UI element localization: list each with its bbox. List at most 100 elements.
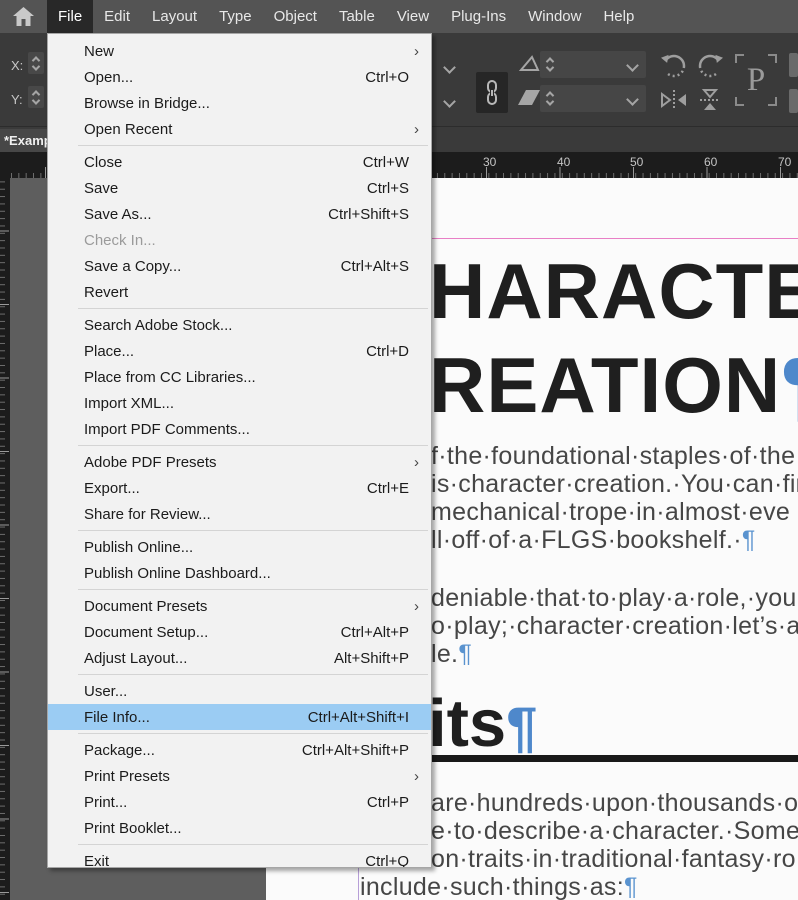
menubar-item[interactable]: Plug-Ins (440, 0, 517, 33)
menu-item[interactable]: Save a Copy... Ctrl+Alt+S (48, 253, 431, 279)
shear-angle-combo[interactable] (540, 85, 646, 112)
pilcrow-mark: ¶ (623, 873, 638, 900)
menu-separator (78, 844, 428, 845)
ruler-number: 40 (557, 155, 571, 169)
x-field-label: X: (11, 58, 24, 73)
ruler-number: 50 (630, 155, 644, 169)
ruler-number: 70 (778, 155, 792, 169)
stepper[interactable] (542, 87, 558, 109)
menu-separator (78, 589, 428, 590)
doc-body-line: le.¶ (431, 640, 473, 668)
menu-item[interactable]: Place from CC Libraries... (48, 364, 431, 390)
menu-separator (78, 674, 428, 675)
menubar-item[interactable]: Object (263, 0, 328, 33)
menubar-item[interactable]: Table (328, 0, 386, 33)
menu-item[interactable]: Check In... (48, 227, 431, 253)
reference-point-proxy[interactable]: P (735, 54, 777, 106)
menu-item[interactable]: Print Presets › (48, 763, 431, 789)
doc-body-line: include·such·things·as:¶ (360, 873, 638, 900)
menu-item[interactable]: Close Ctrl+W (48, 149, 431, 175)
doc-subheading: its¶ (428, 686, 538, 761)
menu-item[interactable]: Save As... Ctrl+Shift+S (48, 201, 431, 227)
rotate-ccw-icon[interactable] (694, 50, 726, 82)
menu-item[interactable]: Print... Ctrl+P (48, 789, 431, 815)
menu-item[interactable]: Place... Ctrl+D (48, 338, 431, 364)
menu-separator (78, 530, 428, 531)
menu-item[interactable]: Exit Ctrl+Q (48, 848, 431, 868)
menu-item[interactable]: Revert (48, 279, 431, 305)
doc-body-line: ll·off·of·a·FLGS·bookshelf.·¶ (431, 526, 756, 554)
dropdown-chevron-icon[interactable] (445, 63, 455, 73)
menu-item[interactable]: Share for Review... (48, 501, 431, 527)
menu-item[interactable]: Publish Online Dashboard... (48, 560, 431, 586)
doc-body-line: deniable·that·to·play·a·role,·you (431, 584, 797, 612)
dropdown-chevron-icon[interactable] (628, 95, 638, 105)
clipped-icon (789, 53, 798, 77)
stepper[interactable] (542, 53, 558, 75)
menu-item[interactable]: Open... Ctrl+O (48, 64, 431, 90)
menubar-item[interactable]: Window (517, 0, 592, 33)
menu-item[interactable]: Publish Online... (48, 534, 431, 560)
submenu-arrow-icon: › (414, 120, 419, 138)
menu-item[interactable]: Adjust Layout... Alt+Shift+P (48, 645, 431, 671)
menu-item[interactable]: Export... Ctrl+E (48, 475, 431, 501)
menu-item[interactable]: User... (48, 678, 431, 704)
flip-horizontal-icon[interactable] (658, 86, 690, 114)
home-icon (13, 7, 34, 26)
menu-item[interactable]: Package... Ctrl+Alt+Shift+P (48, 737, 431, 763)
doc-body-line: f·the·foundational·staples·of·the (431, 442, 796, 470)
menu-item[interactable]: Document Setup... Ctrl+Alt+P (48, 619, 431, 645)
menu-item[interactable]: File Info... Ctrl+Alt+Shift+I (48, 704, 431, 730)
pilcrow-mark: ¶ (458, 640, 473, 668)
menu-separator (78, 145, 428, 146)
pilcrow-mark: ¶ (506, 695, 538, 758)
dropdown-chevron-icon[interactable] (445, 97, 455, 107)
rotate-cw-icon[interactable] (658, 50, 690, 82)
menu-item[interactable]: Save Ctrl+S (48, 175, 431, 201)
doc-body-line: o·play;·character·creation·let’s·a (431, 612, 798, 640)
shear-icon[interactable] (518, 55, 540, 72)
menubar-item[interactable]: Layout (141, 0, 208, 33)
menu-item[interactable]: Import PDF Comments... (48, 416, 431, 442)
doc-body-line: is·character·creation.·You·can·fin (431, 470, 798, 498)
ruler-number: 60 (704, 155, 718, 169)
ruler-corner (0, 152, 10, 178)
doc-body-line: mechanical·trope·in·almost·eve (431, 498, 791, 526)
menu-item[interactable]: Print Booklet... (48, 815, 431, 841)
doc-body-line: on·traits·in·traditional·fantasy·ro (431, 845, 796, 873)
menubar-item[interactable]: View (386, 0, 440, 33)
vertical-ruler[interactable] (0, 152, 10, 900)
menu-item[interactable]: Adobe PDF Presets › (48, 449, 431, 475)
x-stepper[interactable] (28, 52, 44, 74)
dropdown-chevron-icon[interactable] (628, 61, 638, 71)
proxy-letter: P (746, 61, 766, 98)
submenu-arrow-icon: › (414, 42, 419, 60)
menu-separator (78, 733, 428, 734)
menu-item[interactable]: New › (48, 38, 431, 64)
menu-separator (78, 308, 428, 309)
submenu-arrow-icon: › (414, 597, 419, 615)
menubar-item[interactable]: Edit (93, 0, 141, 33)
ruler-number: 30 (483, 155, 497, 169)
menu-item[interactable]: Open Recent › (48, 116, 431, 142)
home-button[interactable] (0, 0, 47, 33)
rotation-angle-combo[interactable] (540, 51, 646, 78)
pilcrow-mark: ¶ (741, 526, 756, 554)
y-stepper[interactable] (28, 86, 44, 108)
submenu-arrow-icon: › (414, 453, 419, 471)
menu-item[interactable]: Browse in Bridge... (48, 90, 431, 116)
link-chain-icon (487, 79, 497, 105)
menubar-item[interactable]: Help (592, 0, 645, 33)
doc-heading-line1: HARACTE (429, 247, 798, 335)
menu-item[interactable]: Import XML... (48, 390, 431, 416)
skew-icon[interactable] (518, 89, 540, 106)
menu-item[interactable]: Search Adobe Stock... (48, 312, 431, 338)
menu-item[interactable]: Document Presets › (48, 593, 431, 619)
menubar-item[interactable]: Type (208, 0, 263, 33)
doc-body-line: are·hundreds·upon·thousands·o (431, 789, 798, 817)
y-field-label: Y: (11, 92, 23, 107)
clipped-icon (789, 89, 798, 113)
constrain-proportions-button[interactable] (476, 72, 508, 113)
menubar-item[interactable]: File (47, 0, 94, 33)
flip-vertical-icon[interactable] (694, 86, 726, 114)
